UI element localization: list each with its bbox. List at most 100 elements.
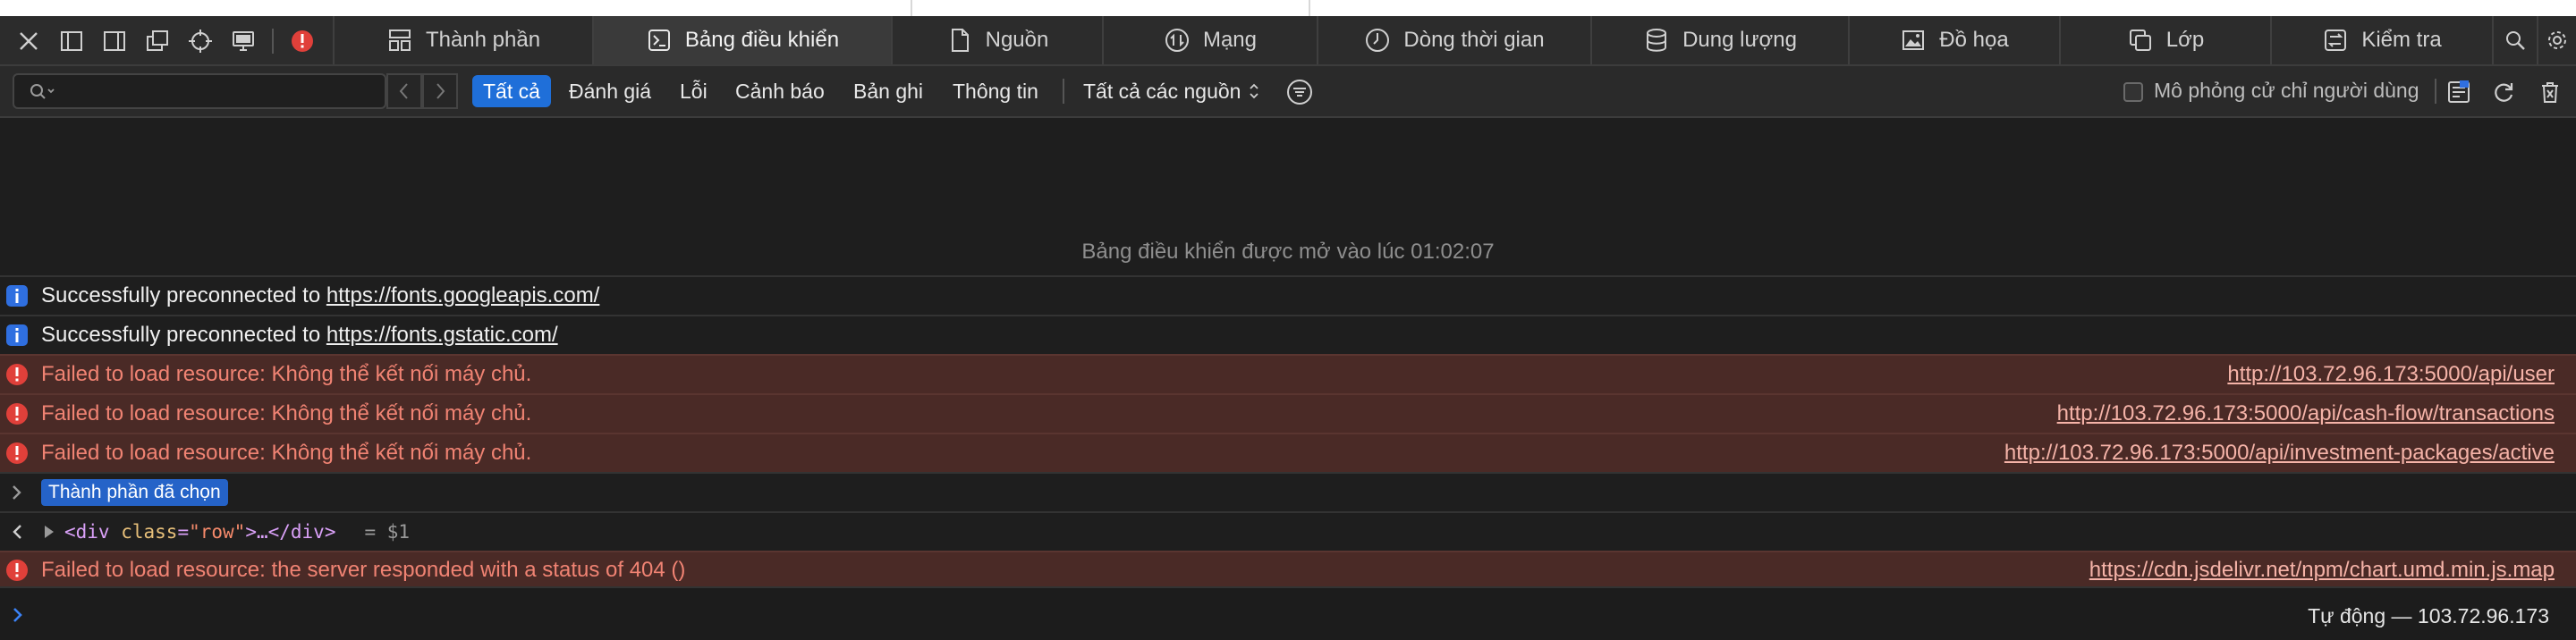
info-icon [6,324,28,346]
devtools-tab-bar: Thành phần Bảng điều khiển Nguồn Mạng Dò… [0,16,2576,66]
console-message-info[interactable]: Successfully preconnected to https://fon… [0,275,2576,315]
chevron-left-icon [399,83,408,99]
simulate-gesture-label: Mô phỏng cử chỉ người dùng [2154,79,2419,102]
tab-layers[interactable]: Lớp [2059,16,2270,64]
search-tab[interactable] [2492,16,2537,64]
audit-icon [2325,29,2347,51]
console-output: Bảng điều khiển được mở vào lúc 01:02:07… [0,118,2576,640]
tab-storage[interactable]: Dung lượng [1590,16,1848,64]
tab-label: Kiểm tra [2361,28,2442,52]
dock-left-icon[interactable] [55,25,88,57]
execution-context-select[interactable]: Tự động — 103.72.96.173 [2308,604,2549,628]
prompt-chevron-icon [13,608,22,622]
tab-label: Nguồn [985,28,1049,52]
console-message-error[interactable]: Failed to load resource: Không thể kết n… [0,433,2576,472]
element-picker-icon[interactable] [184,25,216,57]
selected-element-row[interactable]: Thành phần đã chọn [0,472,2576,511]
strip-divider [1309,0,1310,16]
filter-level-all[interactable]: Tất cả [472,75,551,107]
reload-icon[interactable] [2488,77,2519,107]
network-icon [1165,29,1189,52]
tab-label: Lớp [2165,28,2205,52]
selected-element-badge: Thành phần đã chọn [41,479,228,506]
console-message-error[interactable]: Failed to load resource: the server resp… [0,551,2576,588]
tab-label: Dung lượng [1682,28,1797,52]
console-message-error[interactable]: Failed to load resource: Không thể kết n… [0,354,2576,393]
message-source-link[interactable]: http://103.72.96.173:5000/api/user [2227,362,2555,387]
tab-label: Bảng điều khiển [684,28,840,52]
error-icon [6,364,28,385]
clear-console-icon[interactable] [2535,77,2565,107]
log-to-console-icon[interactable] [2444,77,2474,107]
chevron-right-icon [436,83,445,99]
filter-level-logs[interactable]: Bản ghi [843,75,934,107]
undock-icon[interactable] [141,25,174,57]
message-text: Failed to load resource: Không thể kết n… [41,401,532,425]
message-text: Failed to load resource: the server resp… [41,558,686,582]
gear-icon [2548,31,2566,49]
sources-select-value: Tất cả các nguồn [1083,80,1241,103]
chevron-updown-icon [1250,83,1259,99]
result-reference: = $1 [364,521,411,543]
close-icon[interactable] [13,25,45,57]
message-source-link[interactable]: http://103.72.96.173:5000/api/investment… [2004,441,2555,466]
tab-graphics[interactable]: Đồ họa [1848,16,2059,64]
tab-console[interactable]: Bảng điều khiển [592,16,891,64]
sources-select[interactable]: Tất cả các nguồn [1072,75,1271,107]
filter-separator [1063,79,1064,104]
tab-label: Dòng thời gian [1403,28,1545,52]
message-text: Successfully preconnected to [41,323,326,347]
storage-icon [1647,29,1667,52]
device-icon[interactable] [227,25,259,57]
strip-divider [911,0,912,16]
timeline-icon [1366,29,1390,52]
filter-separator [2435,79,2436,104]
error-icon [6,560,28,581]
error-badge-icon[interactable] [286,25,318,57]
next-match-button[interactable] [422,73,458,109]
simulate-gesture-checkbox[interactable] [2123,82,2143,102]
tab-network[interactable]: Mạng [1102,16,1317,64]
search-icon [30,84,55,99]
previous-match-button[interactable] [386,73,422,109]
tab-label: Mạng [1202,28,1258,52]
filter-options-icon[interactable] [1284,77,1315,107]
window-top-strip [0,0,2576,16]
tab-label: Đồ họa [1939,28,2009,52]
message-link[interactable]: https://fonts.gstatic.com/ [326,323,558,347]
console-filter-bar: Tất cả Đánh giá Lỗi Cảnh báo Bản ghi Thô… [0,66,2576,118]
message-source-link[interactable]: http://103.72.96.173:5000/api/cash-flow/… [2057,401,2555,426]
sources-icon [951,29,969,52]
console-prompt[interactable]: Tự động — 103.72.96.173 [0,586,2576,640]
console-result-row[interactable]: <div class="row">…</div> = $1 [0,511,2576,551]
message-link[interactable]: https://fonts.googleapis.com/ [326,283,600,307]
settings-tab[interactable] [2537,16,2576,64]
toolbar-separator [272,29,274,54]
info-icon [6,285,28,307]
console-message-error[interactable]: Failed to load resource: Không thể kết n… [0,393,2576,433]
layers-icon [2129,29,2151,51]
message-text: Successfully preconnected to [41,283,326,307]
error-icon [6,442,28,464]
tab-elements[interactable]: Thành phần [333,16,592,64]
filter-level-errors[interactable]: Lỗi [669,75,718,107]
disclosure-triangle-icon[interactable] [41,524,57,540]
tab-audit[interactable]: Kiểm tra [2270,16,2492,64]
message-text: Failed to load resource: Không thể kết n… [41,362,532,386]
message-source-link[interactable]: https://cdn.jsdelivr.net/npm/chart.umd.m… [2089,558,2555,583]
console-message-info[interactable]: Successfully preconnected to https://fon… [0,315,2576,354]
tab-timeline[interactable]: Dòng thời gian [1317,16,1590,64]
message-text: Failed to load resource: Không thể kết n… [41,441,532,465]
dock-right-icon[interactable] [98,25,131,57]
result-node[interactable]: <div class="row">…</div> [64,521,335,543]
chevron-right-icon [13,485,21,500]
console-opened-message: Bảng điều khiển được mở vào lúc 01:02:07 [1081,240,1495,264]
filter-search-field[interactable] [13,73,386,109]
filter-level-evaluations[interactable]: Đánh giá [558,75,662,107]
result-arrow-icon [13,525,21,539]
search-icon [2506,31,2525,50]
graphics-icon [1902,30,1925,50]
filter-level-warnings[interactable]: Cảnh báo [724,75,835,107]
filter-level-info[interactable]: Thông tin [942,75,1049,107]
tab-sources[interactable]: Nguồn [891,16,1102,64]
